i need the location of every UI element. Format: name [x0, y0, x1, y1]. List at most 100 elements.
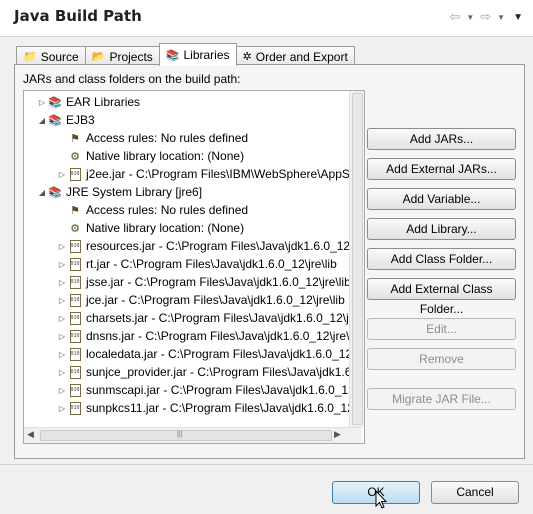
- tree-item-label: sunjce_provider.jar - C:\Program Files\J…: [86, 365, 349, 379]
- edit-button[interactable]: Edit...: [367, 318, 516, 340]
- tree-item-label: Access rules: No rules defined: [86, 203, 249, 217]
- library-icon: 📚: [48, 186, 62, 199]
- expand-arrow-icon[interactable]: ▷: [56, 332, 68, 341]
- tree-item[interactable]: ▷ 010 localedata.jar - C:\Program Files\Ja…: [24, 345, 349, 363]
- collapse-arrow-icon[interactable]: ◢: [36, 188, 48, 197]
- tree-item[interactable]: ⚑ Access rules: No rules defined: [24, 201, 349, 219]
- add-external-jars-button[interactable]: Add External JARs...: [367, 158, 516, 180]
- expand-arrow-icon[interactable]: ▷: [56, 296, 68, 305]
- mouse-cursor-icon: [375, 490, 387, 509]
- back-arrow-icon[interactable]: ⇦: [449, 9, 460, 25]
- tab-projects[interactable]: 📂 Projects: [84, 46, 160, 66]
- projects-icon: 📂: [91, 51, 106, 63]
- add-variable-button[interactable]: Add Variable...: [367, 188, 516, 210]
- tree-item[interactable]: ▷ 010 sunjce_provider.jar - C:\Program Fil…: [24, 363, 349, 381]
- expand-arrow-icon[interactable]: ▷: [56, 170, 68, 179]
- tab-label: Source: [40, 49, 79, 64]
- scroll-grip-icon: |||: [177, 431, 183, 438]
- libraries-icon: 📚: [165, 49, 180, 62]
- title-bar: Java Build Path ⇦ ▼ ⇨ ▼ ▼: [0, 0, 533, 37]
- tab-label: Projects: [109, 49, 153, 64]
- tree-item-label: EAR Libraries: [66, 95, 141, 109]
- jar-icon: 010: [68, 239, 82, 253]
- tree-item-label: sunmscapi.jar - C:\Program Files\Java\jd…: [86, 383, 349, 397]
- tab-bar: 📁 Source 📂 Projects 📚 Libraries ✲ Order …: [16, 43, 355, 66]
- expand-arrow-icon[interactable]: ▷: [56, 404, 68, 413]
- native-library-icon: ⚙: [70, 222, 80, 235]
- tree-item[interactable]: ▷ 010 charsets.jar - C:\Program Files\Java…: [24, 309, 349, 327]
- jar-icon: 010: [68, 383, 82, 397]
- expand-arrow-icon[interactable]: ▷: [56, 386, 68, 395]
- tree-item[interactable]: ▷ 010 rt.jar - C:\Program Files\Java\jdk1.…: [24, 255, 349, 273]
- horizontal-scroll-thumb[interactable]: [40, 430, 332, 441]
- add-library-button[interactable]: Add Library...: [367, 218, 516, 240]
- tree-item-label: dnsns.jar - C:\Program Files\Java\jdk1.6…: [86, 329, 349, 343]
- expand-arrow-icon[interactable]: ▷: [56, 368, 68, 377]
- tree-item[interactable]: ▷ 010 sunmscapi.jar - C:\Program Files\Jav…: [24, 381, 349, 399]
- native-library-icon: ⚙: [70, 150, 80, 163]
- expand-arrow-icon[interactable]: ▷: [56, 350, 68, 359]
- add-jars-button[interactable]: Add JARs...: [367, 128, 516, 150]
- tab-source[interactable]: 📁 Source: [16, 46, 86, 66]
- add-class-folder-button[interactable]: Add Class Folder...: [367, 248, 516, 270]
- library-icon: 📚: [48, 114, 62, 127]
- properties-panel: 📁 Source 📂 Projects 📚 Libraries ✲ Order …: [0, 37, 533, 514]
- cancel-button[interactable]: Cancel: [431, 481, 519, 504]
- tree-item-label: EJB3: [66, 113, 95, 127]
- tree-item-label: JRE System Library [jre6]: [66, 185, 203, 199]
- tree-item-label: sunpkcs11.jar - C:\Program Files\Java\jd…: [86, 401, 349, 415]
- tree-item-label: Native library location: (None): [86, 221, 245, 235]
- jar-icon: 010: [68, 257, 82, 271]
- forward-history-dropdown-icon[interactable]: ▼: [497, 13, 505, 22]
- tree-item[interactable]: ▷ 📚 EAR Libraries: [24, 93, 349, 111]
- expand-arrow-icon[interactable]: ▷: [56, 278, 68, 287]
- tree-item[interactable]: ▷ 010 jce.jar - C:\Program Files\Java\jdk1…: [24, 291, 349, 309]
- expand-arrow-icon[interactable]: ▷: [56, 314, 68, 323]
- back-history-dropdown-icon[interactable]: ▼: [466, 13, 474, 22]
- tree-rows: ▷ 📚 EAR Libraries ◢ 📚 EJB3 ⚑ Access rules: No r…: [24, 93, 349, 425]
- jar-icon: 010: [68, 311, 82, 325]
- jar-icon: 010: [68, 293, 82, 307]
- footer-separator: [0, 464, 533, 465]
- tree-item-label: Native library location: (None): [86, 149, 245, 163]
- tree-item-label: rt.jar - C:\Program Files\Java\jdk1.6.0_…: [86, 257, 337, 271]
- tree-item[interactable]: ▷ 010 dnsns.jar - C:\Program Files\Java\jd…: [24, 327, 349, 345]
- tree-item[interactable]: ▷ 010 jsse.jar - C:\Program Files\Java\jdk…: [24, 273, 349, 291]
- libraries-tab-content: JARs and class folders on the build path…: [14, 64, 525, 459]
- remove-button[interactable]: Remove: [367, 348, 516, 370]
- expand-arrow-icon[interactable]: ▷: [56, 242, 68, 251]
- source-folder-icon: 📁: [23, 51, 37, 63]
- expand-arrow-icon[interactable]: ▷: [36, 98, 48, 107]
- tree-item[interactable]: ▷ 010 j2ee.jar - C:\Program Files\IBM\WebS…: [24, 165, 349, 183]
- tree-item-label: jce.jar - C:\Program Files\Java\jdk1.6.0…: [86, 293, 345, 307]
- scroll-right-icon[interactable]: ▶: [334, 429, 341, 440]
- jar-icon: 010: [68, 275, 82, 289]
- tree-item[interactable]: ⚙ Native library location: (None): [24, 147, 349, 165]
- forward-arrow-icon[interactable]: ⇨: [480, 9, 491, 25]
- tab-libraries[interactable]: 📚 Libraries: [158, 43, 237, 66]
- order-export-icon: ✲: [242, 51, 252, 63]
- horizontal-scrollbar[interactable]: ◀ ||| ▶: [24, 427, 362, 443]
- jar-icon: 010: [68, 401, 82, 415]
- tree-item[interactable]: ⚙ Native library location: (None): [24, 219, 349, 237]
- vertical-scroll-thumb[interactable]: [352, 93, 363, 425]
- tab-order-and-export[interactable]: ✲ Order and Export: [235, 46, 355, 66]
- history-navigation: ⇦ ▼ ⇨ ▼ ▼: [449, 9, 523, 25]
- tree-item-label: resources.jar - C:\Program Files\Java\jd…: [86, 239, 349, 253]
- expand-arrow-icon[interactable]: ▷: [56, 260, 68, 269]
- tree-item[interactable]: ◢ 📚 EJB3: [24, 111, 349, 129]
- scroll-left-icon[interactable]: ◀: [27, 429, 34, 440]
- vertical-scrollbar[interactable]: [349, 91, 364, 427]
- tab-label: Order and Export: [255, 49, 348, 64]
- tree-item[interactable]: ◢ 📚 JRE System Library [jre6]: [24, 183, 349, 201]
- view-menu-icon[interactable]: ▼: [513, 12, 523, 23]
- tree-item[interactable]: ⚑ Access rules: No rules defined: [24, 129, 349, 147]
- build-path-tree[interactable]: ▷ 📚 EAR Libraries ◢ 📚 EJB3 ⚑ Access rules: No r…: [23, 90, 365, 444]
- tree-item[interactable]: ▷ 010 resources.jar - C:\Program Files\Jav…: [24, 237, 349, 255]
- access-rules-icon: ⚑: [70, 132, 80, 145]
- collapse-arrow-icon[interactable]: ◢: [36, 116, 48, 125]
- tree-item[interactable]: ▷ 010 sunpkcs11.jar - C:\Program Files\Jav…: [24, 399, 349, 417]
- add-external-class-folder-button[interactable]: Add External Class Folder...: [367, 278, 516, 316]
- page-title: Java Build Path: [14, 7, 142, 25]
- migrate-jar-button[interactable]: Migrate JAR File...: [367, 388, 516, 410]
